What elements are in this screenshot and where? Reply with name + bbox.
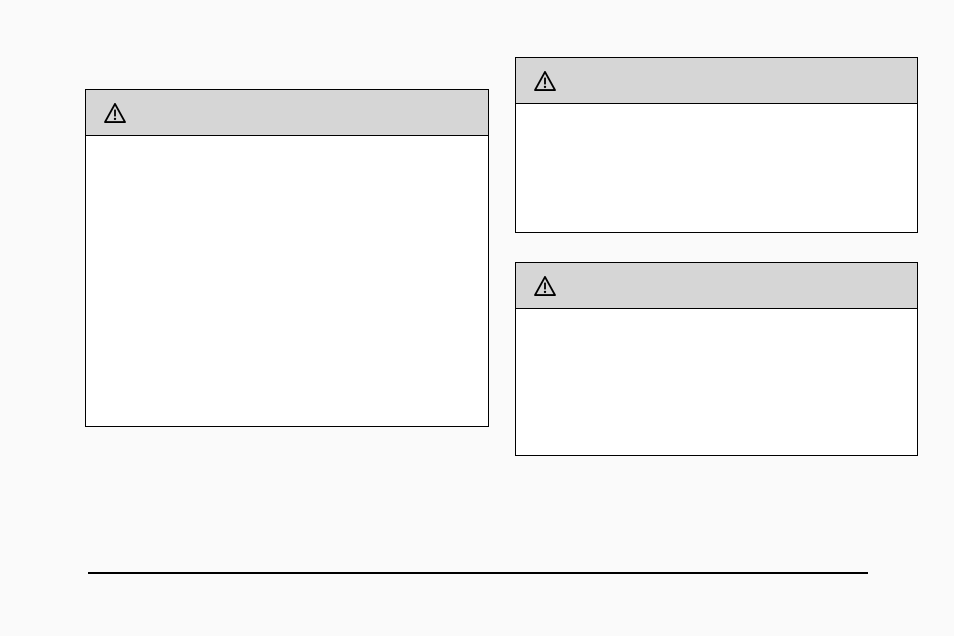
warning-box-left (85, 89, 489, 427)
warning-icon (534, 71, 556, 91)
warning-icon (104, 103, 126, 123)
warning-box-bottom-right-header (516, 263, 917, 309)
page (0, 0, 954, 636)
warning-box-top-right-header (516, 58, 917, 104)
warning-box-bottom-right (515, 262, 918, 456)
warning-icon (534, 276, 556, 296)
warning-box-left-header (86, 90, 488, 136)
warning-box-top-right (515, 57, 918, 233)
footer-rule (88, 572, 868, 574)
